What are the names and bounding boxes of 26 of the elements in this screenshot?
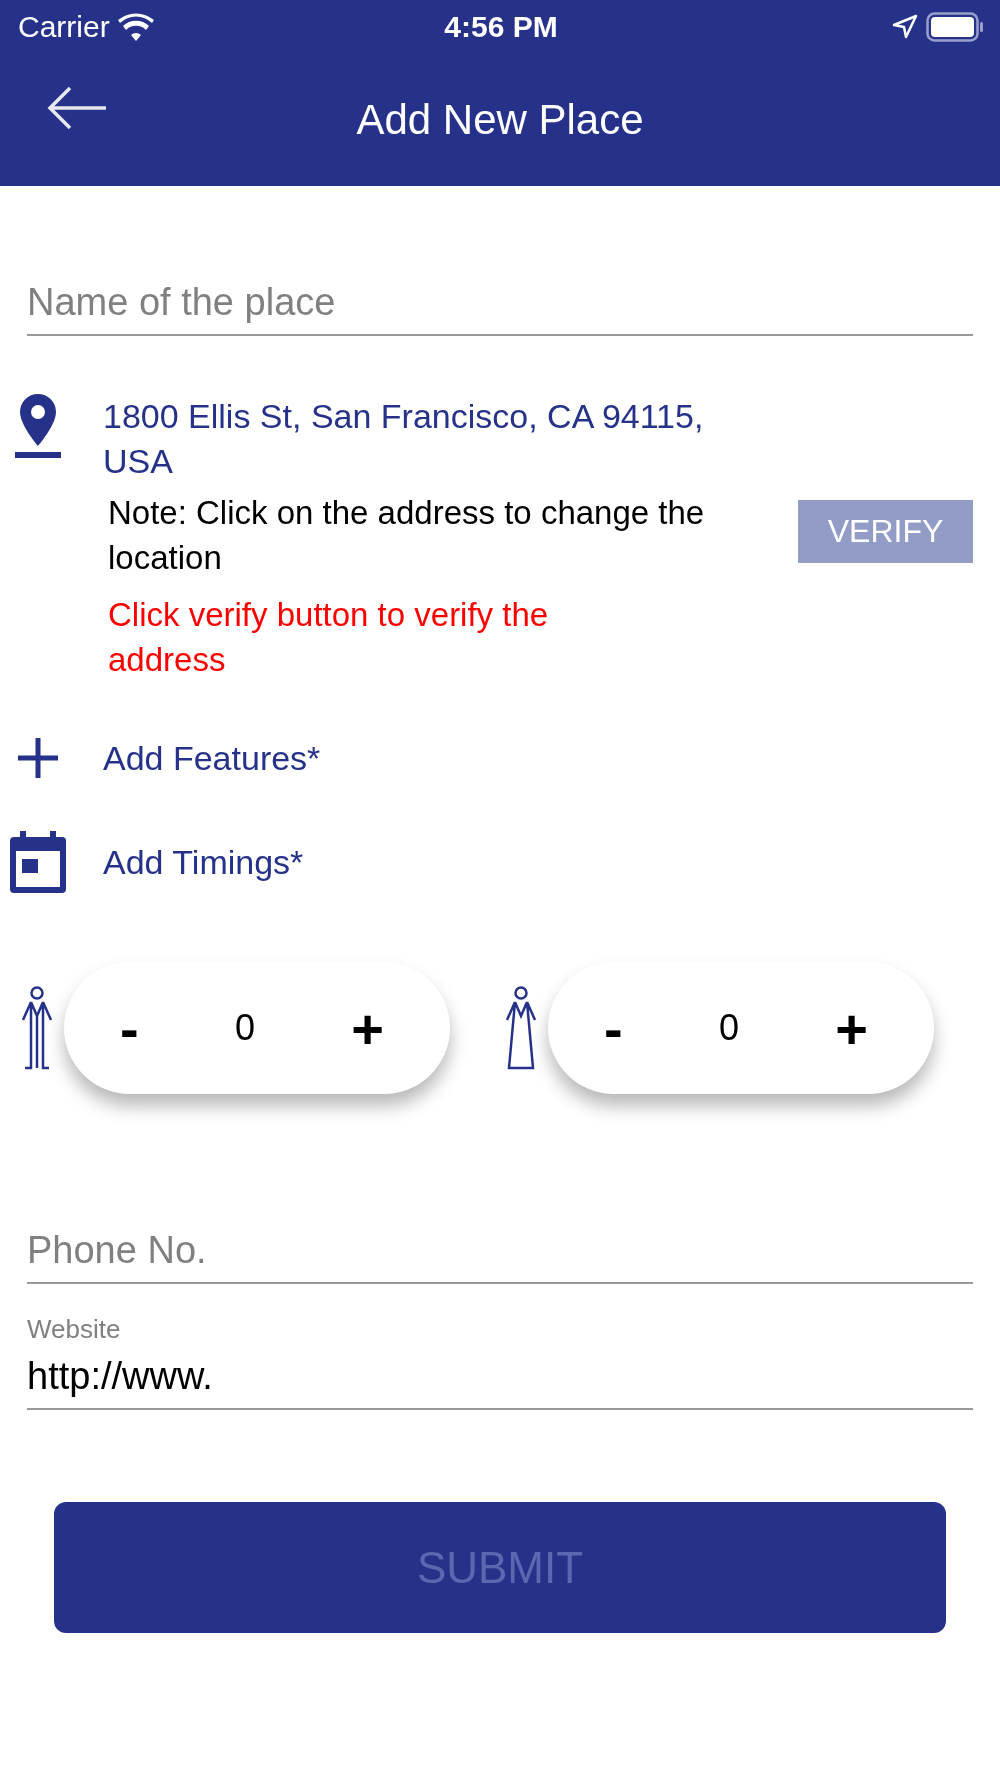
decrement-button[interactable]: -	[598, 995, 629, 1061]
increment-button[interactable]: +	[345, 995, 390, 1061]
woman-icon	[504, 986, 538, 1070]
wifi-icon	[117, 13, 154, 41]
clock: 4:56 PM	[444, 10, 558, 44]
name-input-field[interactable]: Name of the place	[27, 281, 973, 324]
verify-warning: Click verify button to verify the address	[108, 595, 550, 680]
address-note: Note: Click on the address to change the location	[108, 493, 706, 578]
add-link[interactable]: Add Features*	[103, 738, 321, 778]
phone-input-field[interactable]: Phone No.	[27, 1229, 973, 1272]
calendar-icon	[9, 831, 66, 893]
decrement-button[interactable]: -	[114, 995, 145, 1061]
counter-value: 0	[718, 1007, 739, 1049]
increment-button[interactable]: +	[829, 995, 874, 1061]
add-link[interactable]: Add Timings*	[103, 842, 304, 882]
carrier-label: Carrier	[18, 10, 110, 44]
location-arrow-icon	[892, 14, 918, 40]
man-icon	[20, 986, 54, 1070]
map-pin-icon	[14, 394, 61, 458]
address-link[interactable]: 1800 Ellis St, San Francisco, CA 94115, USA	[103, 394, 743, 484]
counter-value: 0	[234, 1007, 255, 1049]
page-title: Add New Place	[356, 96, 644, 144]
website-input-field[interactable]: http://www.	[27, 1355, 973, 1398]
plus-icon	[15, 736, 60, 780]
website-label: Website	[27, 1314, 122, 1345]
battery-icon	[926, 12, 984, 42]
